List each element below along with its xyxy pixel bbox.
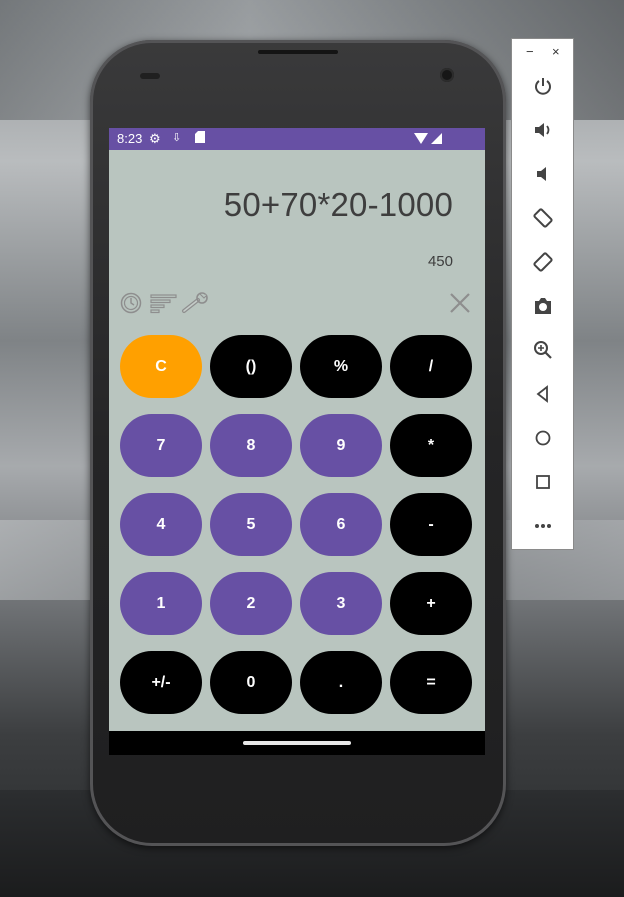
scientific-wrench-icon[interactable] [181,292,209,314]
status-time: 8:23 [117,131,143,146]
digit-4-button[interactable]: 4 [120,493,202,556]
digit-3-button[interactable]: 3 [300,572,382,635]
multiply-button[interactable]: * [390,414,472,477]
screenshot-camera-icon[interactable] [531,294,555,318]
result-display: 450 [427,253,453,270]
back-icon[interactable] [531,382,555,406]
close-icon[interactable] [449,292,471,314]
volume-up-icon[interactable] [531,118,555,142]
phone-speaker [258,50,338,54]
digit-5-button[interactable]: 5 [210,493,292,556]
add-button[interactable]: + [390,572,472,635]
parentheses-button[interactable]: () [210,335,292,398]
digit-0-button[interactable]: 0 [210,651,292,714]
minimize-button[interactable]: − [526,45,534,59]
percent-button[interactable]: % [300,335,382,398]
unit-converter-icon[interactable] [150,292,177,314]
home-icon[interactable] [531,426,555,450]
overview-icon[interactable] [531,470,555,494]
expression-display: 50+70*20-1000 [223,186,453,223]
zoom-icon[interactable] [531,338,555,362]
rotate-right-icon[interactable] [531,250,555,274]
digit-9-button[interactable]: 9 [300,414,382,477]
power-icon[interactable] [531,74,555,98]
decimal-button[interactable]: . [300,651,382,714]
equals-button[interactable]: = [390,651,472,714]
volume-down-icon[interactable] [531,162,555,186]
more-icon[interactable] [531,514,555,538]
subtract-button[interactable]: - [390,493,472,556]
digit-1-button[interactable]: 1 [120,572,202,635]
status-bar: 8:23 ⚙ ⇩ [109,128,485,150]
navigation-bar [109,731,485,755]
emulator-toolbar: − × [511,38,574,550]
digit-8-button[interactable]: 8 [210,414,292,477]
download-icon: ⇩ [172,132,182,144]
digit-6-button[interactable]: 6 [300,493,382,556]
clear-button[interactable]: C [120,335,202,398]
settings-gear-icon: ⚙ [149,131,161,146]
sd-card-icon [195,131,205,146]
wifi-icon [414,133,428,144]
gesture-handle[interactable] [243,741,351,745]
close-window-button[interactable]: × [552,45,560,59]
history-icon[interactable] [120,292,142,314]
negate-button[interactable]: +/- [120,651,202,714]
rotate-left-icon[interactable] [531,206,555,230]
divide-button[interactable]: / [390,335,472,398]
phone-camera [440,68,454,82]
digit-2-button[interactable]: 2 [210,572,292,635]
calculator-screen: 8:23 ⚙ ⇩ 50+70*20-1000 450 C () % / 7 8 … [109,128,485,755]
signal-icon [431,133,442,144]
phone-sensor [140,73,160,79]
digit-7-button[interactable]: 7 [120,414,202,477]
